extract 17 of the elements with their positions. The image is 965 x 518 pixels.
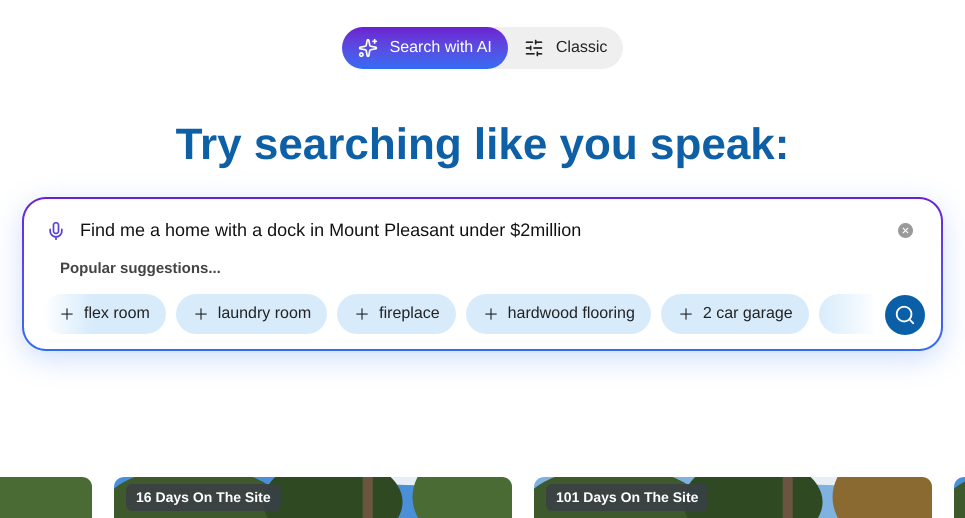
close-icon — [901, 226, 910, 235]
suggestion-chip[interactable]: laundry room — [176, 294, 328, 334]
suggestion-chip[interactable]: fireplace — [337, 294, 456, 334]
heading: Try searching like you speak: — [174, 119, 790, 171]
sparkle-icon — [358, 38, 378, 58]
days-badge: 101 Days On The Site — [546, 484, 708, 511]
mode-tab[interactable]: Classic — [508, 27, 624, 69]
search-icon — [894, 304, 916, 326]
suggestion-chip[interactable]: 2 car garage — [660, 294, 809, 334]
mode-tab[interactable]: Search with AI — [342, 27, 508, 69]
sliders-icon — [524, 38, 544, 58]
clear-button[interactable] — [898, 223, 913, 238]
search-field[interactable]: Find me a home with a dock in Mount Pleasant under $2million — [80, 217, 898, 244]
days-badge: 16 Days On The Site — [126, 484, 281, 511]
search-button[interactable] — [885, 295, 925, 335]
suggestion-chip[interactable]: hardwood flooring — [466, 294, 651, 334]
suggestions-label: Popular suggestions... — [60, 259, 222, 279]
